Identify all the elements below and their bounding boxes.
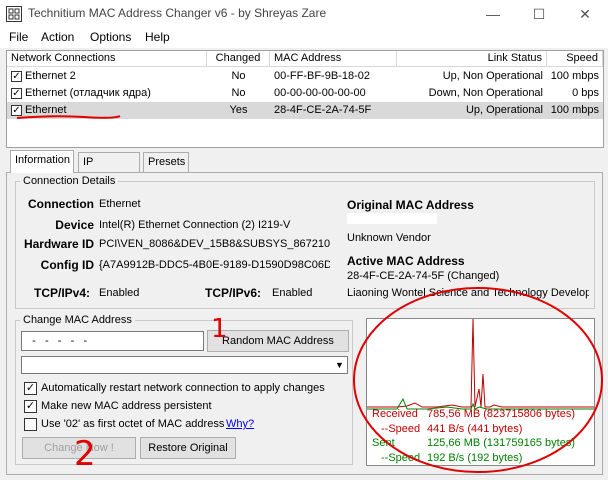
tcp-ipv4-value: Enabled [99,287,140,299]
original-vendor: Unknown Vendor [347,232,431,244]
menu-help[interactable]: Help [141,28,174,48]
hardware-id-value: PCI\VEN_8086&DEV_15B8&SUBSYS_8672104 [99,238,330,250]
active-mac-label: Active MAC Address [347,254,465,268]
row-speed: 0 bps [572,87,599,99]
col-header-mac[interactable]: MAC Address [270,51,397,67]
row-mac: 00-00-00-00-00-00 [274,87,366,99]
hardware-id-label: Hardware ID [23,237,94,251]
config-id-value: {A7A9912B-DDC5-4B0E-9189-D1590D98C06D} [99,259,330,271]
use-02-checkbox[interactable] [24,418,37,431]
table-row[interactable]: ✓ Ethernet (отладчик ядра) No 00-00-00-0… [7,85,603,102]
use-02-label[interactable]: Use '02' as first octet of MAC address [41,418,224,430]
row-mac: 28-4F-CE-2A-74-5F [274,104,372,116]
table-row[interactable]: ✓ Ethernet 2 No 00-FF-BF-9B-18-02 Up, No… [7,68,603,85]
menu-action[interactable]: Action [37,28,78,48]
mac-address-input[interactable]: - - - - - [21,331,204,351]
tab-presets[interactable]: Presets [143,152,189,172]
menu-options[interactable]: Options [86,28,135,48]
annotation-number-one: 1 [211,314,228,342]
restart-label[interactable]: Automatically restart network connection… [41,382,325,394]
why-link[interactable]: Why? [226,418,254,430]
row-changed: No [231,87,246,99]
app-icon [6,6,22,22]
connection-details-title: Connection Details [20,175,119,187]
annotation-circle [353,287,603,473]
menu-file[interactable]: File [5,28,32,48]
close-button[interactable]: ✕ [562,0,608,28]
change-mac-title: Change MAC Address [20,314,135,326]
row-status: Down, Non Operational [428,87,543,99]
original-mac-label: Original MAC Address [347,198,474,212]
col-header-changed[interactable]: Changed [207,51,270,67]
row-status: Up, Operational [465,104,543,116]
vendor-dropdown[interactable]: ▼ [21,356,348,374]
row-checkbox[interactable]: ✓ [11,71,22,82]
annotation-circle-shape [353,287,603,473]
row-changed: No [231,70,246,82]
config-id-label: Config ID [40,258,94,272]
chevron-down-icon[interactable]: ▼ [332,357,347,373]
row-mac: 00-FF-BF-9B-18-02 [274,70,370,82]
svg-text:1: 1 [211,314,228,342]
row-changed: Yes [229,104,248,116]
tcp-ipv4-label: TCP/IPv4: [34,286,91,300]
col-header-connections[interactable]: Network Connections [7,51,207,67]
persistent-checkbox[interactable]: ✓ [24,400,37,413]
redacted-mac [347,213,437,224]
row-status: Up, Non Operational [442,70,543,82]
tab-ip-address[interactable]: IP Address [78,152,140,187]
col-header-speed[interactable]: Speed [547,51,603,67]
row-name: Ethernet 2 [25,70,76,82]
tcp-ipv6-label: TCP/IPv6: [205,286,262,300]
row-name: Ethernet (отладчик ядра) [25,87,151,99]
restore-original-button[interactable]: Restore Original [140,437,236,459]
minimize-button[interactable]: — [470,0,516,28]
device-label: Device [55,218,94,232]
persistent-label[interactable]: Make new MAC address persistent [41,400,212,412]
annotation-underline [16,115,121,119]
connection-label: Connection [28,197,94,211]
device-value: Intel(R) Ethernet Connection (2) I219-V [99,219,291,231]
row-checkbox[interactable]: ✓ [11,88,22,99]
col-header-status[interactable]: Link Status [397,51,547,67]
connections-table[interactable]: Network Connections Changed MAC Address … [6,50,604,148]
annotation-number-two: 2 [74,434,96,471]
row-speed: 100 mbps [550,104,599,116]
tab-information[interactable]: Information [10,150,74,173]
row-speed: 100 mbps [550,70,599,82]
window-title: Technitium MAC Address Changer v6 - by S… [28,6,327,20]
maximize-button[interactable]: ☐ [516,0,562,28]
svg-text:2: 2 [74,434,96,471]
tcp-ipv6-value: Enabled [272,287,313,299]
restart-checkbox[interactable]: ✓ [24,382,37,395]
connection-value: Ethernet [99,198,141,210]
